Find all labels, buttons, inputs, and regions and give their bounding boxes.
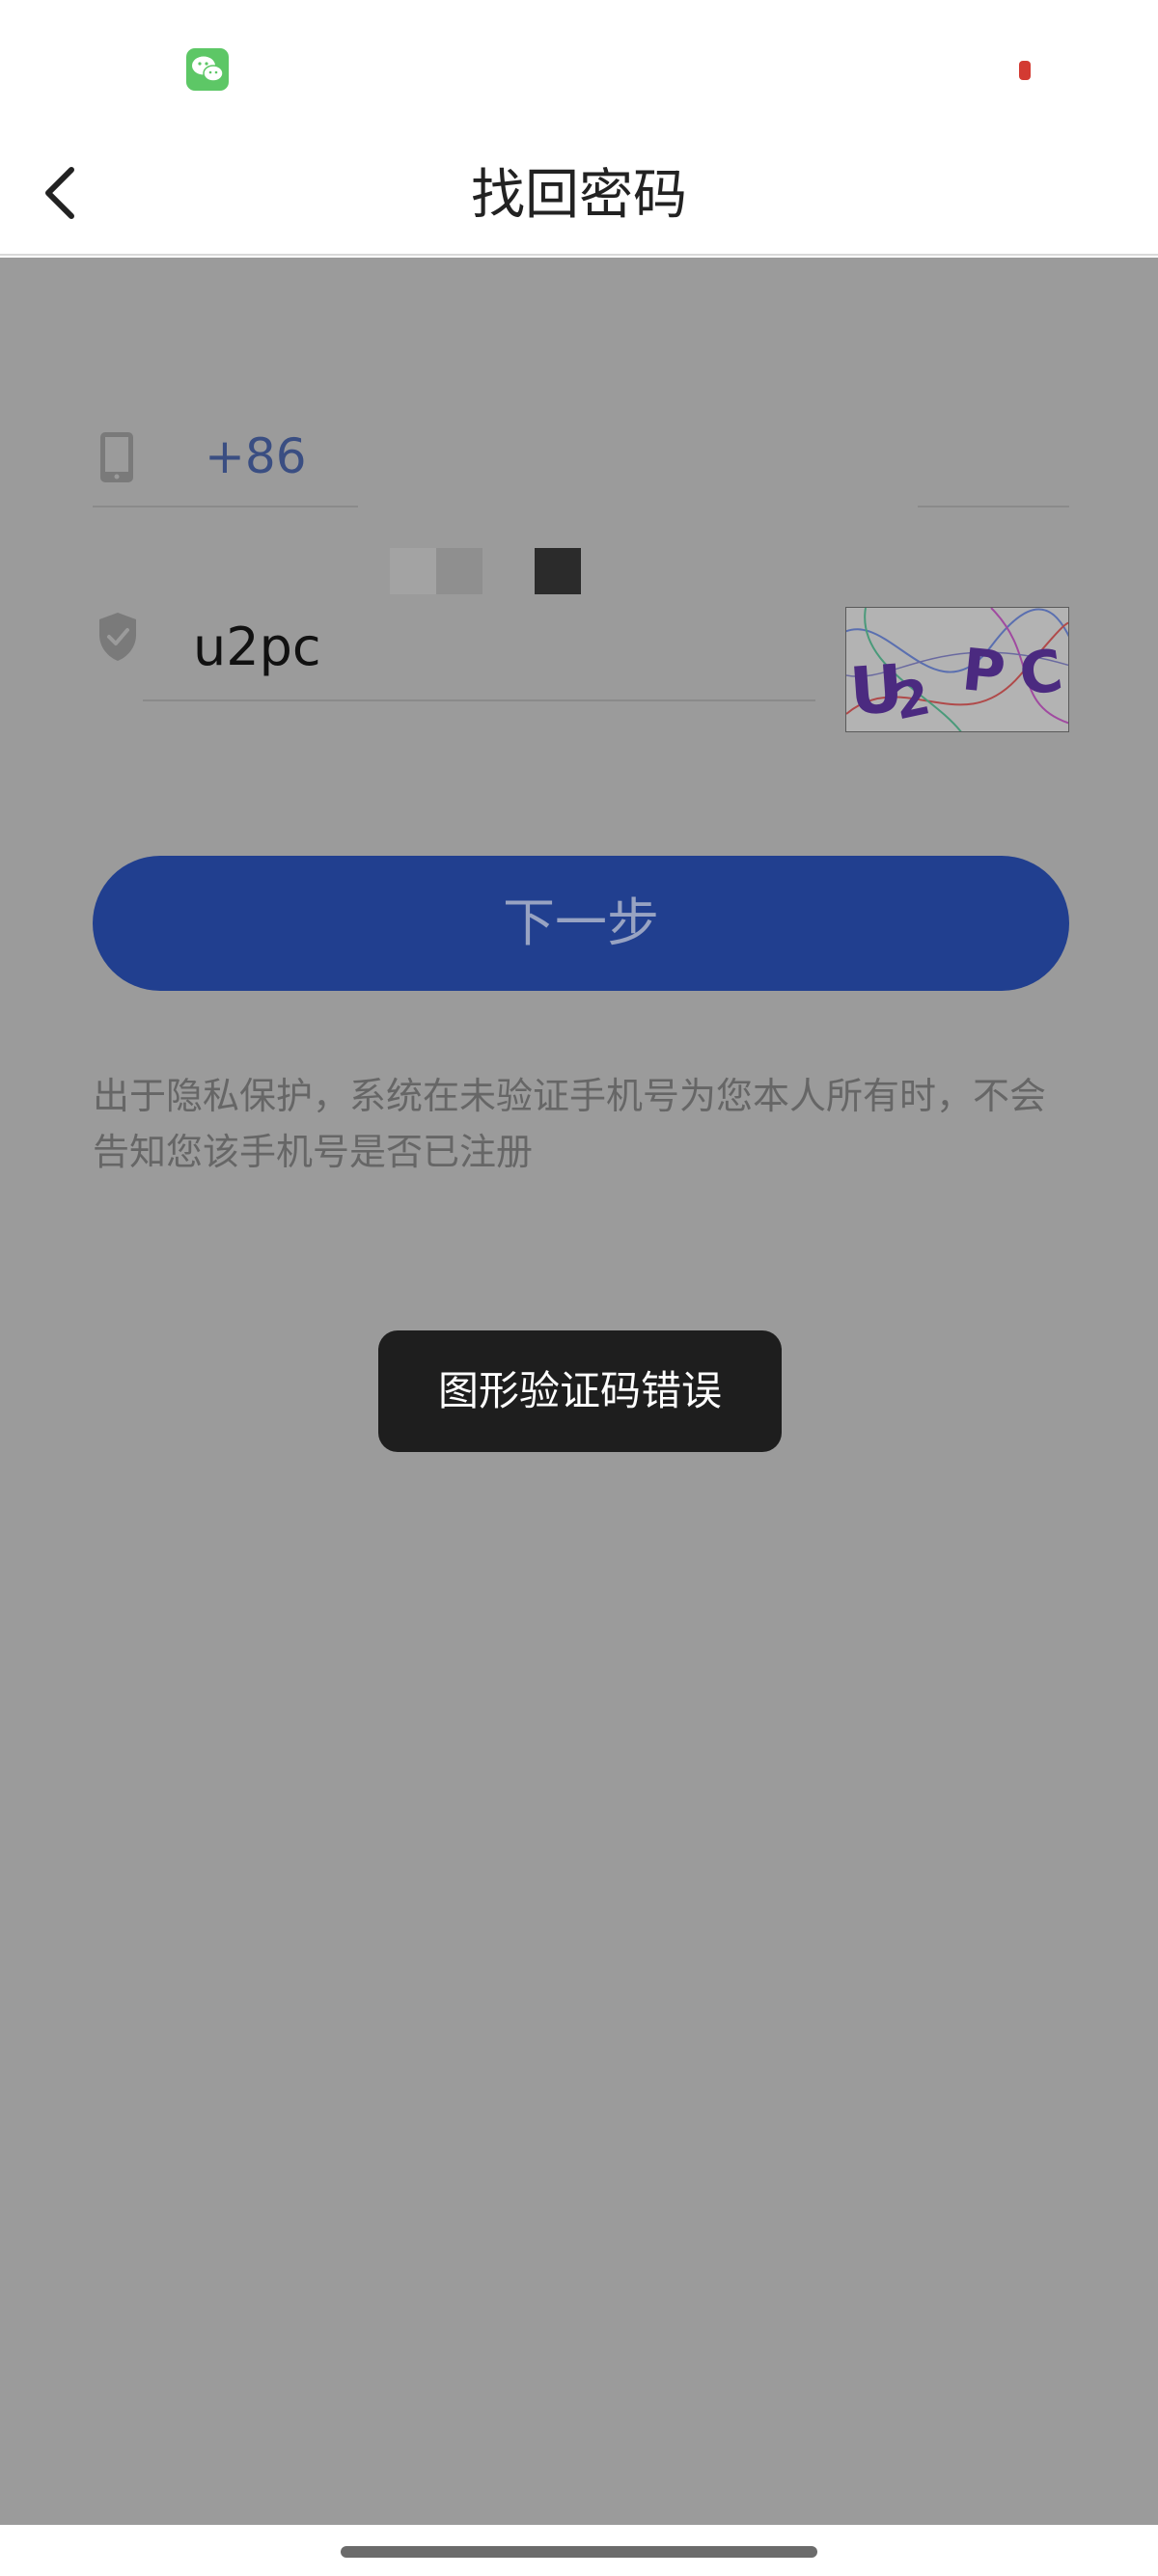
- next-step-button[interactable]: 下一步: [93, 856, 1069, 991]
- shield-check-icon: [99, 613, 136, 661]
- captcha-noise: U 2 P C: [846, 608, 1068, 731]
- page-title: 找回密码: [471, 164, 687, 227]
- captcha-image[interactable]: U 2 P C: [845, 607, 1069, 732]
- phone-icon: [100, 432, 133, 482]
- home-indicator[interactable]: [341, 2546, 817, 2558]
- phone-divider: [918, 506, 1069, 507]
- captcha-row: U 2 P C: [93, 576, 1069, 732]
- nav-bar: 找回密码: [0, 135, 1158, 256]
- phone-row: +86: [93, 419, 1069, 510]
- privacy-notice: 出于隐私保护，系统在未验证手机号为您本人所有时，不会告知您该手机号是否已注册: [93, 1075, 1047, 1173]
- gesture-bar: [0, 2525, 1158, 2576]
- battery-icon: [1019, 61, 1031, 80]
- status-bar: [0, 0, 1158, 135]
- captcha-input[interactable]: [143, 576, 815, 701]
- phone-number-field[interactable]: [358, 419, 918, 507]
- phone-divider: [93, 506, 358, 507]
- captcha-char: C: [1015, 637, 1066, 709]
- error-toast: 图形验证码错误: [378, 1330, 782, 1452]
- captcha-char: P: [959, 636, 1008, 707]
- wechat-icon: [186, 48, 229, 91]
- country-code-selector[interactable]: +86: [205, 428, 307, 484]
- modal-overlay: +86 U 2 P C 下一步 出于隐私保护，系统在未验证: [0, 258, 1158, 2525]
